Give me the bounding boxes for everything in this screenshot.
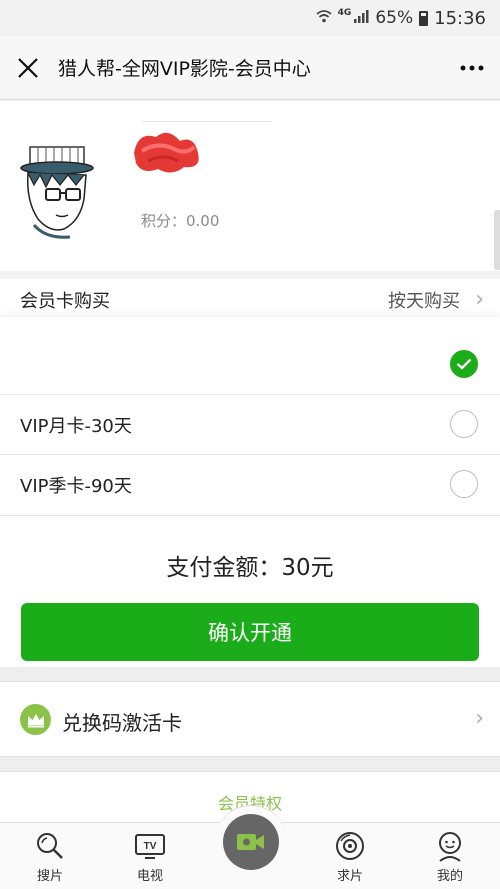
- membership-options: VIP月卡-30天 VIP季卡-90天: [0, 317, 500, 515]
- request-icon: [336, 832, 364, 860]
- tab-label: 求片: [336, 869, 363, 884]
- confirm-button[interactable]: 确认开通: [21, 603, 479, 661]
- tab-tv[interactable]: TV 电视: [115, 823, 185, 889]
- payment-amount: 支付金额：30元: [166, 555, 334, 581]
- divider: [142, 121, 272, 122]
- username-redaction: [134, 132, 199, 173]
- option-quarterly[interactable]: VIP季卡-90天: [0, 455, 500, 515]
- redeem-label: 兑换码激活卡: [62, 711, 182, 735]
- option-selected[interactable]: [0, 335, 500, 395]
- checkmark-icon[interactable]: [450, 350, 478, 378]
- tab-mine[interactable]: 我的: [415, 823, 485, 889]
- tv-icon: TV: [135, 834, 165, 859]
- clock: 15:36: [434, 7, 486, 29]
- signal-icon: [353, 8, 369, 28]
- option-label: VIP月卡-30天: [20, 416, 132, 437]
- search-icon: [37, 833, 63, 859]
- center-video-button[interactable]: [215, 805, 287, 877]
- points-balance: 积分：0.00: [141, 212, 220, 230]
- redeem-code-row[interactable]: 兑换码激活卡 ›: [0, 681, 500, 757]
- network-type: 4G: [337, 8, 352, 18]
- profile-card: 积分：0.00: [0, 101, 500, 271]
- battery-icon: [419, 10, 429, 26]
- tab-request[interactable]: 求片: [315, 823, 385, 889]
- more-menu-icon[interactable]: [444, 36, 500, 100]
- buy-by-day-link[interactable]: 按天购买: [388, 287, 460, 313]
- payment-section: 支付金额：30元 确认开通: [0, 515, 500, 667]
- tab-label: 我的: [436, 869, 463, 884]
- membership-purchase-label: 会员卡购买: [20, 291, 110, 312]
- chevron-right-icon: ›: [475, 287, 484, 312]
- avatar[interactable]: [20, 141, 100, 241]
- section-gap: [0, 271, 500, 279]
- nav-bar: 猎人帮-全网VIP影院-会员中心: [0, 36, 500, 100]
- scrollbar[interactable]: [494, 210, 500, 270]
- wifi-icon: [316, 9, 332, 27]
- profile-icon: [439, 832, 461, 862]
- battery-percent: 65%: [375, 8, 414, 28]
- tab-label: 搜片: [36, 869, 63, 884]
- svg-text:TV: TV: [144, 841, 157, 852]
- page-title: 猎人帮-全网VIP影院-会员中心: [58, 58, 311, 80]
- crown-icon: [20, 704, 51, 735]
- tab-label: 电视: [136, 869, 163, 884]
- radio-button[interactable]: [450, 410, 478, 438]
- tab-search[interactable]: 搜片: [15, 823, 85, 889]
- option-label: VIP季卡-90天: [20, 476, 132, 497]
- chevron-right-icon: ›: [475, 706, 484, 731]
- option-monthly[interactable]: VIP月卡-30天: [0, 395, 500, 455]
- close-icon[interactable]: [0, 36, 56, 100]
- radio-button[interactable]: [450, 470, 478, 498]
- video-camera-icon: [223, 814, 279, 870]
- status-bar: 4G 65% 15:36: [0, 0, 500, 36]
